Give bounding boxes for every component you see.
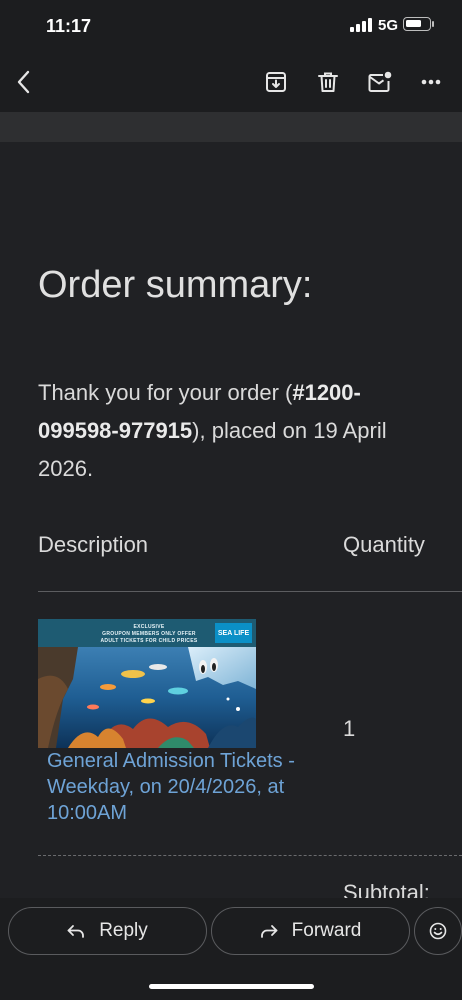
forward-button[interactable]: Forward — [211, 907, 410, 955]
order-intro-text: Thank you for your order (#1200-099598-9… — [38, 380, 387, 481]
reply-icon — [67, 925, 85, 938]
status-bar: 11:17 5G — [0, 0, 462, 52]
forward-label: Forward — [291, 920, 362, 941]
archive-button[interactable] — [258, 64, 294, 100]
product-link[interactable]: General Admission Tickets - Weekday, on … — [47, 748, 297, 826]
item-quantity: 1 — [343, 716, 356, 741]
subtotal-label: Subtotal: — [343, 880, 430, 898]
email-body: Order summary: Thank you for your order … — [0, 142, 462, 898]
email-toolbar — [0, 52, 462, 112]
archive-icon — [266, 72, 286, 92]
back-arrow-icon — [17, 70, 30, 94]
reply-button[interactable]: Reply — [8, 907, 207, 955]
emoji-reaction-button[interactable] — [414, 907, 462, 955]
delete-button[interactable] — [310, 64, 346, 100]
signal-icon — [350, 18, 372, 32]
table-divider — [38, 591, 462, 592]
sealife-logo: SEA LIFE — [215, 623, 252, 643]
mark-unread-icon — [368, 71, 392, 92]
image-promo-banner: EXCLUSIVE GROUPON MEMBERS ONLY OFFER ADU… — [38, 619, 256, 647]
forward-icon — [260, 925, 278, 938]
item-divider — [38, 855, 462, 856]
trash-icon — [318, 72, 338, 92]
smiley-icon — [429, 922, 447, 940]
product-image[interactable]: EXCLUSIVE GROUPON MEMBERS ONLY OFFER ADU… — [38, 619, 256, 748]
bottom-action-bar: Reply Forward — [0, 898, 462, 1000]
more-icon — [421, 79, 441, 85]
back-button[interactable] — [6, 64, 42, 100]
column-header-quantity: Quantity — [343, 532, 425, 557]
network-label: 5G — [378, 17, 399, 34]
status-time: 11:17 — [46, 16, 92, 36]
reply-label: Reply — [99, 920, 148, 941]
battery-icon — [403, 17, 431, 31]
order-summary-heading: Order summary: — [38, 264, 313, 306]
email-header-band — [0, 112, 462, 142]
mark-unread-button[interactable] — [362, 64, 398, 100]
home-indicator[interactable] — [149, 984, 314, 989]
more-options-button[interactable] — [413, 64, 449, 100]
column-header-description: Description — [38, 532, 149, 557]
